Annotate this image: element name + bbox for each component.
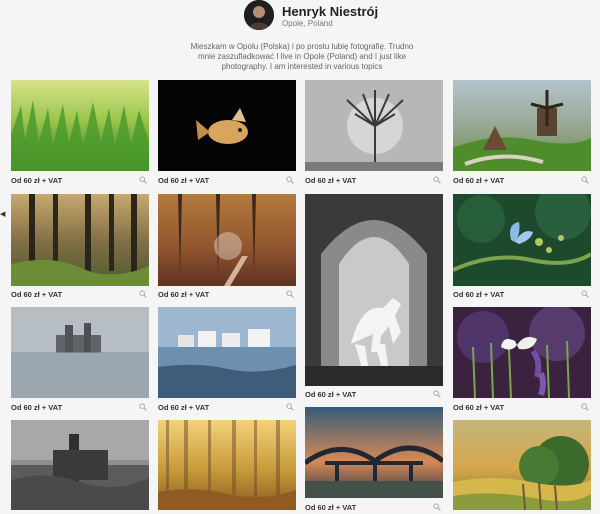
- price-label: Od 60 zł + VAT: [11, 403, 63, 412]
- photo-field-sunset[interactable]: [453, 420, 591, 510]
- zoom-icon[interactable]: [139, 290, 147, 298]
- zoom-icon[interactable]: [581, 176, 589, 184]
- zoom-icon[interactable]: [581, 290, 589, 298]
- photo-forest-path[interactable]: [158, 194, 296, 286]
- price-label: Od 60 zł + VAT: [453, 290, 505, 299]
- price-label: Od 60 zł + VAT: [305, 503, 357, 512]
- price-label: Od 60 zł + VAT: [158, 290, 210, 299]
- price-label: Od 60 zł + VAT: [453, 176, 505, 185]
- photo-autumn-forest[interactable]: [11, 194, 149, 286]
- photo-windmills[interactable]: [453, 80, 591, 171]
- zoom-icon[interactable]: [286, 176, 294, 184]
- price-label: Od 60 zł + VAT: [158, 403, 210, 412]
- profile-location: Opole, Poland: [282, 19, 333, 28]
- zoom-icon[interactable]: [286, 403, 294, 411]
- price-label: Od 60 zł + VAT: [305, 390, 357, 399]
- zoom-icon[interactable]: [139, 176, 147, 184]
- zoom-icon[interactable]: [139, 403, 147, 411]
- price-label: Od 60 zł + VAT: [158, 176, 210, 185]
- profile-header: Henryk Niestrój Opole, Poland Mieszkam w…: [0, 0, 600, 76]
- photo-grass-dew[interactable]: [11, 80, 149, 171]
- zoom-icon[interactable]: [433, 390, 441, 398]
- zoom-icon[interactable]: [581, 403, 589, 411]
- zoom-icon[interactable]: [433, 503, 441, 511]
- profile-name[interactable]: Henryk Niestrój: [282, 4, 378, 19]
- photo-fish[interactable]: [158, 80, 296, 171]
- chevron-left-icon[interactable]: ◀: [0, 211, 6, 219]
- price-label: Od 60 zł + VAT: [305, 176, 357, 185]
- photo-castle-winter[interactable]: [11, 307, 149, 398]
- photo-golden-forest[interactable]: [158, 420, 296, 510]
- price-label: Od 60 zł + VAT: [11, 290, 63, 299]
- profile-bio: Mieszkam w Opolu (Polska) i po prostu lu…: [190, 42, 414, 71]
- zoom-icon[interactable]: [286, 290, 294, 298]
- photo-winter-town[interactable]: [158, 307, 296, 398]
- avatar[interactable]: [244, 0, 274, 30]
- photo-bridge-sunset[interactable]: [305, 407, 443, 498]
- price-label: Od 60 zł + VAT: [11, 176, 63, 185]
- price-label: Od 60 zł + VAT: [453, 403, 505, 412]
- photo-butterfly-lavender[interactable]: [453, 307, 591, 398]
- photo-blue-butterfly[interactable]: [453, 194, 591, 286]
- zoom-icon[interactable]: [433, 176, 441, 184]
- photo-white-horse-arch[interactable]: [305, 194, 443, 386]
- photo-lonely-tree[interactable]: [305, 80, 443, 171]
- photo-castle-ruins[interactable]: [11, 420, 149, 510]
